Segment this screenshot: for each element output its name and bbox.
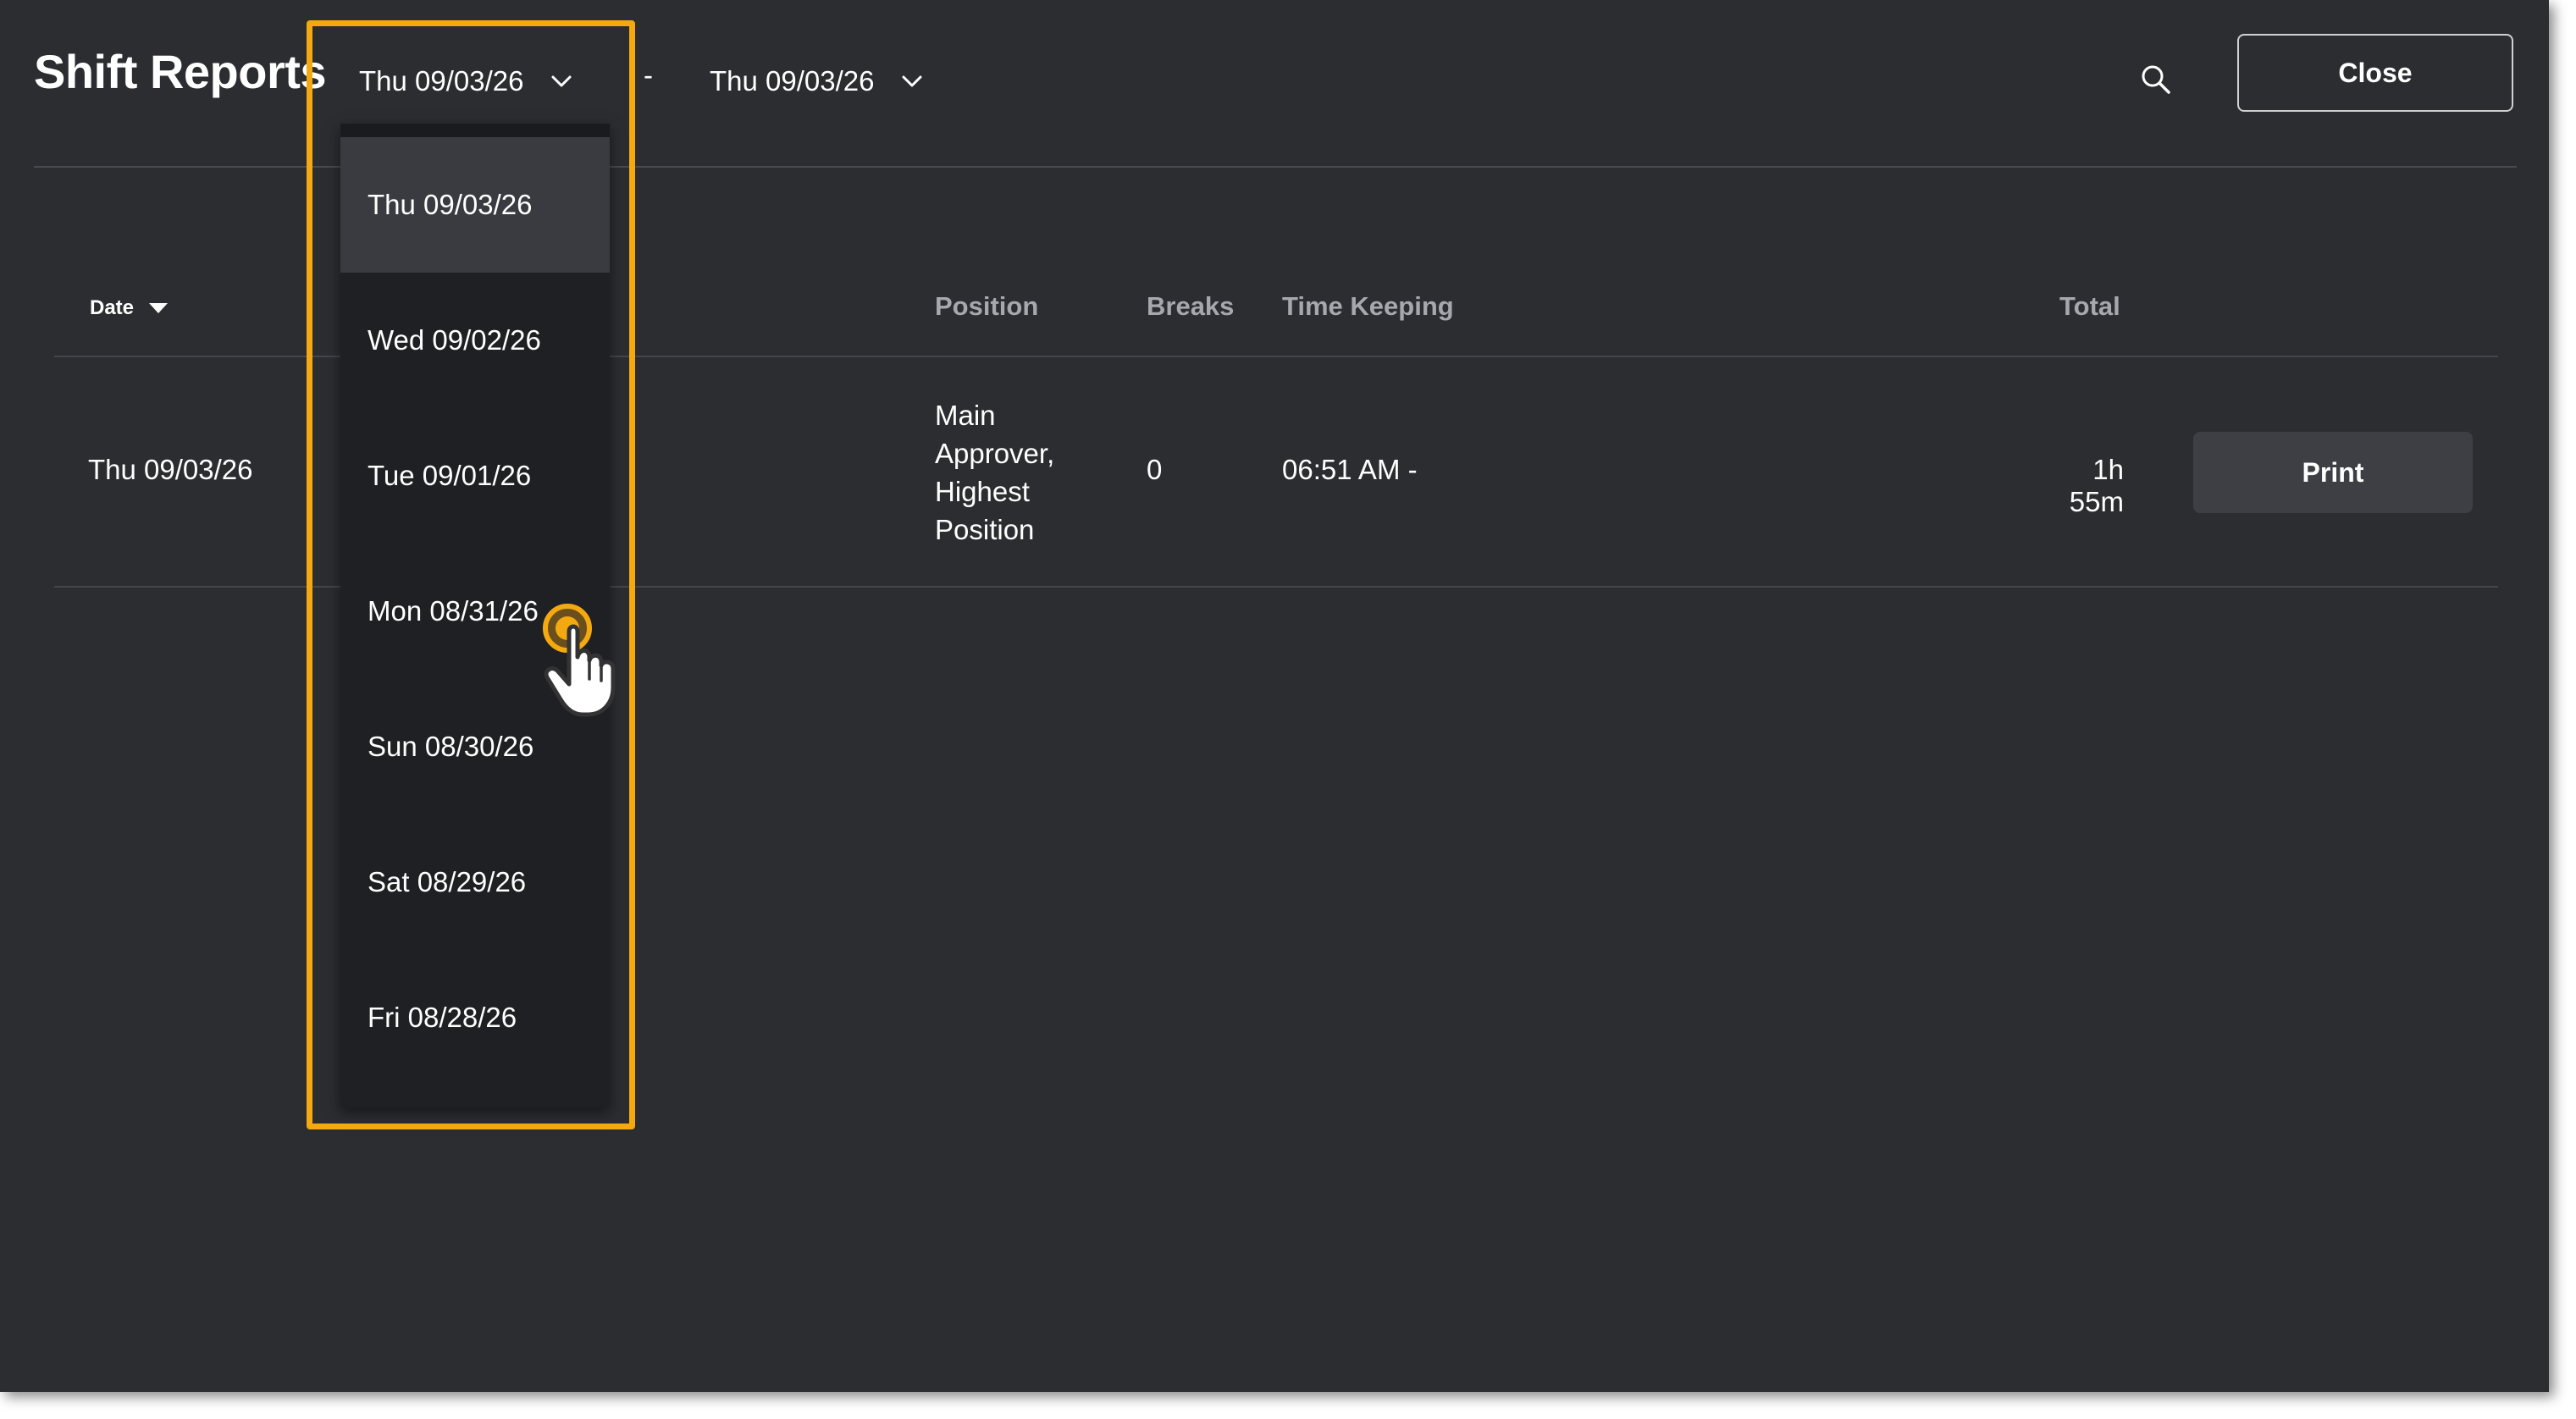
dropdown-option[interactable]: Tue 09/01/26 xyxy=(340,408,610,544)
column-header-breaks: Breaks xyxy=(1147,291,1235,321)
column-header-position: Position xyxy=(935,291,1039,321)
column-header-date[interactable]: Date xyxy=(90,296,169,320)
dropdown-option[interactable]: Sun 08/30/26 xyxy=(340,679,610,814)
chevron-down-icon xyxy=(902,75,921,87)
row-position: Main Approver, Highest Position xyxy=(935,400,1055,545)
search-icon[interactable] xyxy=(2137,61,2175,98)
chevron-down-icon xyxy=(551,75,571,87)
dropdown-option[interactable]: Mon 08/31/26 xyxy=(340,544,610,679)
page-title: Shift Reports xyxy=(34,45,327,98)
sort-down-icon xyxy=(149,303,169,313)
dropdown-option[interactable]: Thu 09/03/26 xyxy=(340,137,610,273)
row-date: Thu 09/03/26 xyxy=(88,454,253,485)
start-date-value: Thu 09/03/26 xyxy=(359,65,524,97)
dropdown-option[interactable]: Wed 09/02/26 xyxy=(340,273,610,408)
print-button[interactable]: Print xyxy=(2193,432,2473,513)
row-total: 1h 55m xyxy=(2069,454,2124,517)
column-header-time-keeping: Time Keeping xyxy=(1282,291,1454,321)
end-date-value: Thu 09/03/26 xyxy=(710,65,875,97)
end-date-dropdown[interactable]: Thu 09/03/26 xyxy=(710,56,926,107)
column-header-date-label: Date xyxy=(90,296,135,319)
dropdown-list-top xyxy=(340,124,610,137)
close-button[interactable]: Close xyxy=(2237,34,2513,112)
row-time-keeping: 06:51 AM - xyxy=(1282,454,1418,485)
row-breaks: 0 xyxy=(1147,454,1163,485)
column-header-total: Total xyxy=(2059,291,2120,321)
start-date-dropdown-list: Thu 09/03/26 Wed 09/02/26 Tue 09/01/26 M… xyxy=(340,124,610,1107)
dropdown-option[interactable]: Sat 08/29/26 xyxy=(340,814,610,950)
start-date-dropdown[interactable]: Thu 09/03/26 xyxy=(359,56,575,107)
date-range-separator: - xyxy=(644,59,653,91)
shift-reports-window: Shift Reports Thu 09/03/26 - Thu 09/03/2… xyxy=(0,0,2549,1392)
dropdown-option[interactable]: Fri 08/28/26 xyxy=(340,950,610,1085)
